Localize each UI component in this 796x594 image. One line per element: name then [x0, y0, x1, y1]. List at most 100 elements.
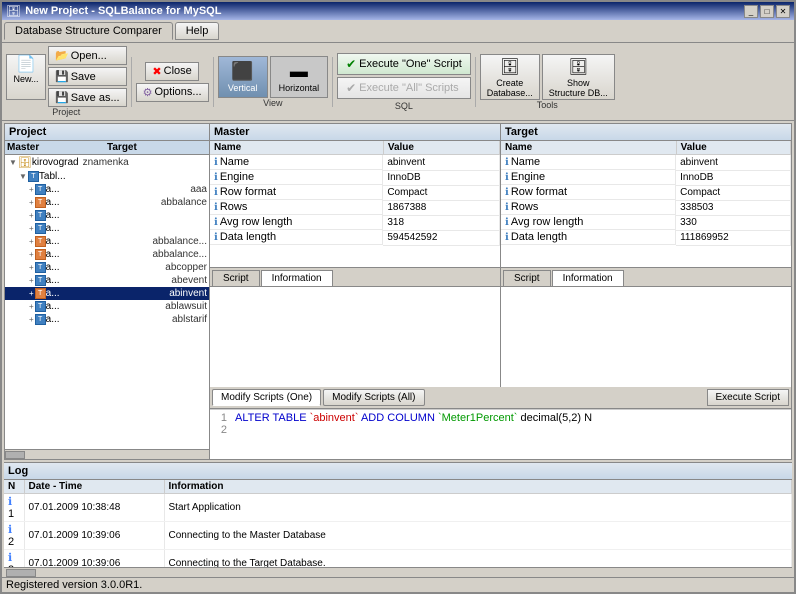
- menu-bar: Database Structure Comparer Help: [2, 20, 794, 43]
- divider4: [475, 57, 476, 107]
- create-db-button[interactable]: 🗄 CreateDatabase...: [480, 54, 540, 100]
- target-header: Target: [501, 124, 791, 141]
- tree-item-3[interactable]: + T a...: [5, 222, 209, 235]
- text-0: a...: [46, 184, 60, 195]
- horizontal-label: Horizontal: [279, 83, 320, 93]
- log-scroll-thumb[interactable]: [6, 569, 36, 577]
- scroll-thumb-left[interactable]: [5, 451, 25, 459]
- master-row-3: ℹRows 1867388: [210, 200, 500, 215]
- target-row-4: ℹAvg row length 330: [501, 215, 791, 230]
- prop-icon-1: ℹ: [214, 172, 218, 183]
- divider2: [213, 57, 214, 107]
- saveas-button[interactable]: 💾 Save as...: [48, 88, 127, 107]
- open-button[interactable]: 📂 Open...: [48, 46, 127, 65]
- tree-item-4[interactable]: + T a... abbalance...: [5, 235, 209, 248]
- close-project-button[interactable]: ✖ Close: [145, 62, 198, 81]
- code-line-1: 1 ALTER TABLE `abinvent` ADD COLUMN `Met…: [212, 412, 789, 424]
- log-header: Log: [4, 463, 792, 480]
- keyword-add: ADD COLUMN: [361, 412, 438, 424]
- target-script-tab[interactable]: Script: [503, 270, 551, 286]
- create-db-label: CreateDatabase...: [487, 78, 533, 98]
- target-col-name: Name: [501, 141, 676, 155]
- vertical-label: Vertical: [228, 83, 258, 93]
- exp0: +: [29, 185, 34, 194]
- title-bar: 🗄 New Project - SQLBalance for MySQL _ □…: [2, 2, 794, 20]
- vertical-icon: ⬛: [231, 61, 253, 82]
- master-script-tab[interactable]: Script: [212, 270, 260, 286]
- tree-text-kirovograd: kirovograd: [32, 157, 79, 168]
- log-col-info: Information: [164, 480, 792, 494]
- options-label: Options...: [155, 86, 202, 98]
- tree-item-abinvent[interactable]: + T a... abinvent: [5, 287, 209, 300]
- tree-right-znamenka: znamenka: [83, 157, 129, 168]
- table-icon-2: T: [35, 210, 46, 221]
- target-info-tab[interactable]: Information: [552, 270, 624, 286]
- master-info-tab[interactable]: Information: [261, 270, 333, 286]
- exp9: +: [29, 302, 34, 311]
- table-icon-7: T: [35, 275, 46, 286]
- table-name: `abinvent`: [310, 412, 359, 424]
- close-window-button[interactable]: ✕: [776, 5, 790, 18]
- modify-all-button[interactable]: Modify Scripts (All): [323, 389, 424, 406]
- target-props-table: Name Value ℹName abinvent ℹEng: [501, 141, 791, 246]
- target-row-1: ℹEngine InnoDB: [501, 170, 791, 185]
- vertical-view-button[interactable]: ⬛ Vertical: [218, 56, 268, 98]
- execute-all-label: Execute "All" Scripts: [359, 82, 459, 94]
- log-content: N Date - Time Information ℹ 1 07.01.2009…: [4, 480, 792, 567]
- exp4: +: [29, 237, 34, 246]
- maximize-button[interactable]: □: [760, 5, 774, 18]
- log-info-icon-1: ℹ: [8, 524, 12, 536]
- tprop-icon-1: ℹ: [505, 172, 509, 183]
- new-button[interactable]: 📄 New...: [6, 54, 46, 100]
- tree-item-7[interactable]: + T a... abevent: [5, 274, 209, 287]
- prop-icon-0: ℹ: [214, 157, 218, 168]
- prop-icon-3: ℹ: [214, 202, 218, 213]
- exp10: +: [29, 315, 34, 324]
- execute-script-button[interactable]: Execute Script: [707, 389, 789, 406]
- save-button[interactable]: 💾 Save: [48, 67, 127, 86]
- project-scrollbar[interactable]: [5, 449, 209, 459]
- project-header: Project: [5, 124, 209, 141]
- view-group-label: View: [263, 98, 282, 108]
- execute-one-button[interactable]: ✔ Execute "One" Script: [337, 53, 471, 75]
- check-all-icon: ✔: [346, 81, 356, 95]
- text-8: a...: [46, 288, 60, 299]
- project-col1: Master: [7, 142, 107, 153]
- right-8: abinvent: [169, 288, 207, 299]
- log-table: N Date - Time Information ℹ 1 07.01.2009…: [4, 480, 792, 567]
- modify-one-button[interactable]: Modify Scripts (One): [212, 389, 321, 406]
- tree-item-tabl[interactable]: ▼ T Tabl...: [5, 170, 209, 183]
- check-icon: ✔: [346, 57, 356, 71]
- create-db-icon: 🗄: [500, 57, 520, 77]
- execute-all-button[interactable]: ✔ Execute "All" Scripts: [337, 77, 471, 99]
- tree-item-6[interactable]: + T a... abcopper: [5, 261, 209, 274]
- horizontal-view-button[interactable]: ▬ Horizontal: [270, 56, 329, 98]
- tree-item-kirovograd[interactable]: ▼ 🗄 kirovograd znamenka: [5, 155, 209, 170]
- tree-item-1[interactable]: + T a... abbalance: [5, 196, 209, 209]
- log-scrollbar[interactable]: [4, 567, 792, 577]
- keyword-alter: ALTER TABLE: [235, 412, 310, 424]
- right-7: abevent: [171, 275, 207, 286]
- text-2: a...: [46, 210, 60, 221]
- main-window: 🗄 New Project - SQLBalance for MySQL _ □…: [0, 0, 796, 594]
- master-row-1: ℹEngine InnoDB: [210, 170, 500, 185]
- tree-item-10[interactable]: + T a... ablstarif: [5, 313, 209, 326]
- tree-item-0[interactable]: + T a... aaa: [5, 183, 209, 196]
- exp5: +: [29, 250, 34, 259]
- tab-help[interactable]: Help: [175, 22, 220, 40]
- log-col-n: N: [4, 480, 24, 494]
- right-1: abbalance: [161, 197, 207, 208]
- exp8: +: [29, 289, 34, 298]
- tab-database-structure[interactable]: Database Structure Comparer: [4, 22, 173, 40]
- master-header: Master: [210, 124, 500, 141]
- show-structure-button[interactable]: 🗄 ShowStructure DB...: [542, 54, 615, 100]
- tree-item-2[interactable]: + T a...: [5, 209, 209, 222]
- options-button[interactable]: ⚙ Options...: [136, 83, 209, 102]
- master-col-value: Value: [383, 141, 499, 155]
- table-icon-0: T: [35, 184, 46, 195]
- tree-item-9[interactable]: + T a... ablawsuit: [5, 300, 209, 313]
- right-6: abcopper: [165, 262, 207, 273]
- minimize-button[interactable]: _: [744, 5, 758, 18]
- saveas-icon: 💾: [55, 91, 69, 104]
- tree-item-5[interactable]: + T a... abbalance...: [5, 248, 209, 261]
